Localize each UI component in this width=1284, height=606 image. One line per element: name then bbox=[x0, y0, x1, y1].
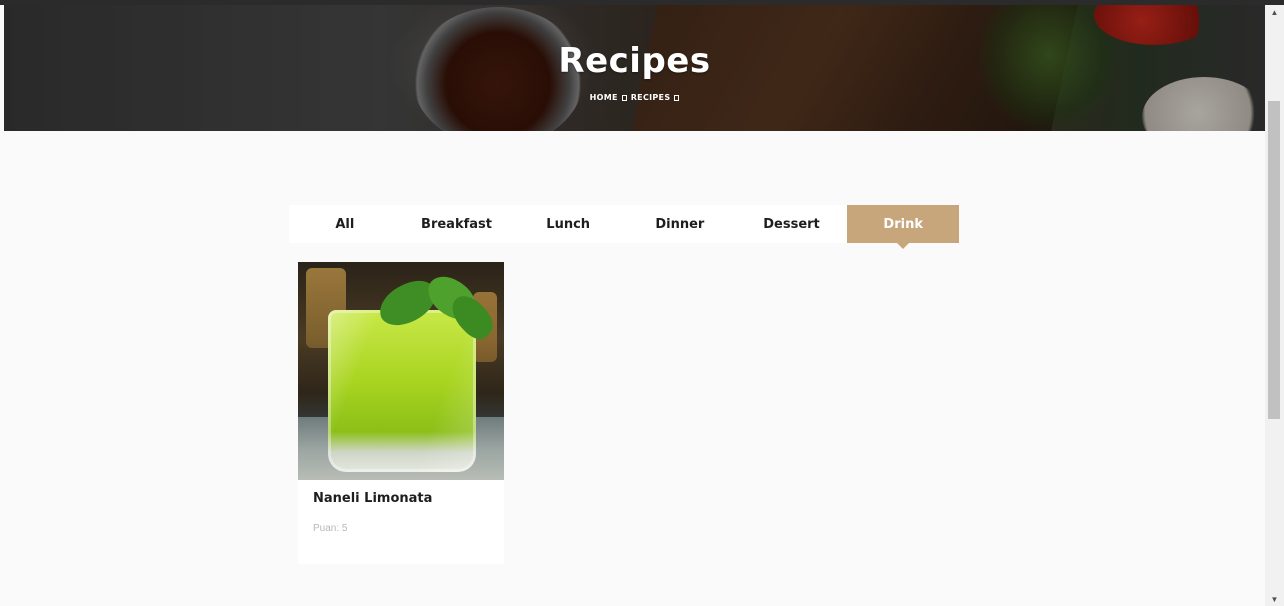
square-glyph-icon bbox=[621, 94, 627, 101]
image-glass bbox=[328, 310, 476, 472]
tab-drink[interactable]: Drink bbox=[847, 205, 960, 249]
breadcrumb: HOME RECIPES bbox=[4, 93, 1265, 102]
category-tabs: All Breakfast Lunch Dinner Dessert Drink bbox=[289, 205, 960, 249]
recipe-card[interactable]: Naneli Limonata Puan: 5 bbox=[298, 262, 504, 564]
scrollbar-thumb[interactable] bbox=[1268, 101, 1280, 419]
tab-lunch[interactable]: Lunch bbox=[512, 205, 624, 243]
recipe-score: Puan: 5 bbox=[313, 523, 348, 534]
tab-dessert[interactable]: Dessert bbox=[736, 205, 848, 243]
tab-all[interactable]: All bbox=[289, 205, 401, 243]
page-title: Recipes bbox=[558, 41, 711, 81]
hero-banner: Recipes HOME RECIPES bbox=[4, 5, 1265, 131]
triangle-down-icon[interactable]: ▼ bbox=[1265, 592, 1284, 606]
triangle-up-icon[interactable]: ▲ bbox=[1265, 5, 1284, 19]
recipe-title[interactable]: Naneli Limonata bbox=[313, 491, 432, 506]
breadcrumb-recipes[interactable]: RECIPES bbox=[631, 93, 671, 102]
tab-breakfast[interactable]: Breakfast bbox=[401, 205, 513, 243]
recipe-image[interactable] bbox=[298, 262, 504, 480]
tab-dinner[interactable]: Dinner bbox=[624, 205, 736, 243]
square-glyph-icon bbox=[674, 94, 680, 101]
breadcrumb-home[interactable]: HOME bbox=[590, 93, 618, 102]
page: Recipes HOME RECIPES All Breakfast Lunch … bbox=[0, 0, 1284, 606]
scrollbar[interactable]: ▲ ▼ bbox=[1265, 5, 1284, 606]
